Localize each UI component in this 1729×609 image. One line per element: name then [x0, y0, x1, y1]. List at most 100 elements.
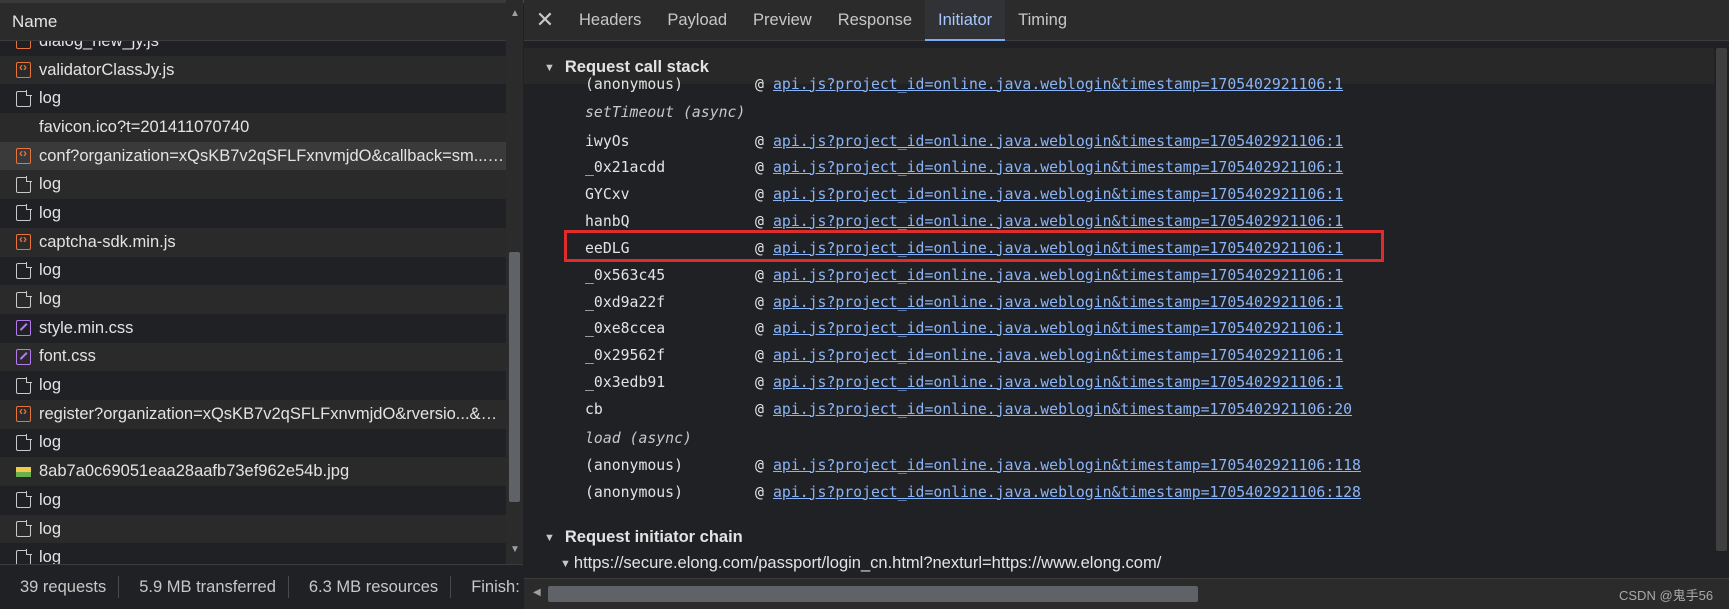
request-row[interactable]: captcha-sdk.min.js — [0, 227, 506, 257]
initiator-chain-title: Request initiator chain — [564, 528, 743, 546]
document-icon — [16, 376, 32, 394]
request-name: log — [39, 376, 62, 395]
request-row[interactable]: log — [0, 285, 506, 314]
watermark: CSDN @鬼手56 — [1619, 588, 1714, 603]
tab-response[interactable]: Response — [825, 0, 925, 40]
frame-source-link[interactable]: api.js?project_id=online.java.weblogin&t… — [773, 347, 1343, 364]
call-frame: (anonymous) @ api.js?project_id=online.jav… — [585, 71, 1343, 97]
frame-function-name: _0x29562f — [585, 346, 666, 364]
scroll-up-arrow-icon[interactable]: ▲ — [510, 8, 520, 19]
frame-source-link[interactable]: api.js?project_id=online.java.weblogin&t… — [773, 267, 1343, 284]
scroll-left-arrow-icon[interactable]: ◀ — [533, 587, 541, 598]
call-frame: _0x563c45 @ api.js?project_id=online.java.… — [585, 262, 1343, 288]
initiator-chain-entry[interactable]: ▼ https://secure.elong.com/passport/logi… — [560, 554, 1161, 573]
document-icon — [16, 433, 32, 451]
request-row[interactable]: log — [0, 84, 506, 113]
document-icon — [16, 175, 32, 193]
script-file-icon — [16, 41, 31, 50]
details-vertical-scrollbar[interactable] — [1714, 42, 1729, 578]
script-file-icon — [16, 146, 31, 165]
request-row[interactable]: dialog_new_jy.js — [0, 41, 506, 56]
request-name: style.min.css — [39, 318, 134, 337]
frame-source-link[interactable]: api.js?project_id=online.java.weblogin&t… — [773, 320, 1343, 337]
document-icon — [16, 548, 32, 564]
at-sign: @ — [755, 346, 764, 364]
request-row[interactable]: log — [0, 514, 506, 544]
request-name: 8ab7a0c69051eaa28aafb73ef962e54b.jpg — [39, 462, 350, 481]
frame-source-link[interactable]: api.js?project_id=online.java.weblogin&t… — [773, 133, 1343, 150]
frame-source-link[interactable]: api.js?project_id=online.java.weblogin&t… — [773, 76, 1343, 93]
request-row[interactable]: favicon.ico?t=201411070740 — [0, 113, 506, 142]
close-icon[interactable]: ✕ — [524, 0, 566, 40]
request-row[interactable]: style.min.css — [0, 314, 506, 343]
request-row[interactable]: conf?organization=xQsKB7v2qSFLFxnvmjdO&c… — [0, 141, 506, 171]
frame-source-link[interactable]: api.js?project_id=online.java.weblogin&t… — [773, 213, 1343, 230]
request-row[interactable]: log — [0, 257, 506, 286]
request-name: log — [39, 433, 62, 452]
at-sign: @ — [755, 483, 764, 501]
frame-function-name: (anonymous) — [585, 483, 683, 501]
name-column-header[interactable]: Name — [12, 12, 57, 32]
expand-triangle-icon: ▼ — [544, 61, 555, 74]
request-name: favicon.ico?t=201411070740 — [39, 117, 250, 136]
request-name: log — [39, 519, 62, 538]
tab-headers[interactable]: Headers — [566, 0, 654, 40]
request-row[interactable]: log — [0, 199, 506, 228]
frame-source-link[interactable]: api.js?project_id=online.java.weblogin&t… — [773, 159, 1343, 176]
tab-timing[interactable]: Timing — [1005, 0, 1080, 40]
initiator-panel: ▼ Request call stack (anonymous) @ api.js?… — [524, 42, 1714, 578]
request-row[interactable]: font.css — [0, 342, 506, 372]
request-name: log — [39, 548, 62, 564]
call-frame: _0x21acdd @ api.js?project_id=online.java.… — [585, 154, 1343, 180]
call-frame: _0xd9a22f @ api.js?project_id=online.java.… — [585, 289, 1343, 315]
tab-initiator[interactable]: Initiator — [925, 0, 1006, 41]
call-frame: iwyOs @ api.js?project_id=online.java.webl… — [585, 128, 1343, 154]
request-row[interactable]: log — [0, 543, 506, 564]
request-row[interactable]: log — [0, 429, 506, 458]
request-name: log — [39, 490, 62, 509]
call-frame: GYCxv @ api.js?project_id=online.java.webl… — [585, 181, 1343, 207]
call-frame: cb @ api.js?project_id=online.java.weblogi… — [585, 396, 1352, 422]
request-row[interactable]: validatorClassJy.js — [0, 55, 506, 85]
frame-source-link[interactable]: api.js?project_id=online.java.weblogin&t… — [773, 457, 1361, 474]
document-icon — [16, 290, 32, 308]
document-icon — [16, 89, 32, 107]
transferred-size: 5.9 MB transferred — [119, 576, 289, 598]
request-row[interactable]: log — [0, 170, 506, 200]
stylesheet-icon — [16, 348, 31, 365]
scrollbar-thumb[interactable] — [509, 252, 520, 502]
at-sign: @ — [755, 132, 764, 150]
scrollbar-thumb[interactable] — [1716, 48, 1727, 551]
request-name: log — [39, 290, 62, 309]
frame-function-name: GYCxv — [585, 185, 630, 203]
document-icon — [16, 520, 32, 538]
script-file-icon — [16, 232, 31, 251]
frame-source-link[interactable]: api.js?project_id=online.java.weblogin&t… — [773, 484, 1361, 501]
request-row[interactable]: 8ab7a0c69051eaa28aafb73ef962e54b.jpg — [0, 457, 506, 486]
frame-function-name: _0xd9a22f — [585, 293, 666, 311]
request-list-scrollbar[interactable]: ▲ ▼ — [506, 0, 523, 564]
frame-source-link[interactable]: api.js?project_id=online.java.weblogin&t… — [773, 294, 1343, 311]
at-sign: @ — [755, 373, 764, 391]
details-horizontal-scrollbar[interactable]: ◀ CSDN @鬼手56 — [524, 578, 1729, 609]
at-sign: @ — [755, 400, 764, 418]
frame-source-link[interactable]: api.js?project_id=online.java.weblogin&t… — [773, 401, 1352, 418]
frame-source-link[interactable]: api.js?project_id=online.java.weblogin&t… — [773, 186, 1343, 203]
scroll-down-arrow-icon[interactable]: ▼ — [510, 544, 520, 555]
request-row[interactable]: log — [0, 486, 506, 515]
at-sign: @ — [755, 266, 764, 284]
tab-preview[interactable]: Preview — [740, 0, 825, 40]
call-frame: _0x29562f @ api.js?project_id=online.java.… — [585, 342, 1343, 368]
frame-function-name: _0x21acdd — [585, 158, 666, 176]
request-name: log — [39, 175, 62, 194]
request-initiator-chain-toggle[interactable]: ▼ Request initiator chain — [544, 528, 743, 547]
request-row[interactable]: log — [0, 371, 506, 400]
document-icon — [16, 491, 32, 509]
frame-source-link[interactable]: api.js?project_id=online.java.weblogin&t… — [773, 374, 1343, 391]
at-sign: @ — [755, 212, 764, 230]
call-frame: (anonymous) @ api.js?project_id=online.jav… — [585, 452, 1361, 478]
scrollbar-thumb[interactable] — [548, 586, 1198, 602]
request-list-header: Name — [0, 0, 506, 41]
tab-payload[interactable]: Payload — [654, 0, 740, 40]
request-row[interactable]: register?organization=xQsKB7v2qSFLFxnvmj… — [0, 399, 506, 429]
